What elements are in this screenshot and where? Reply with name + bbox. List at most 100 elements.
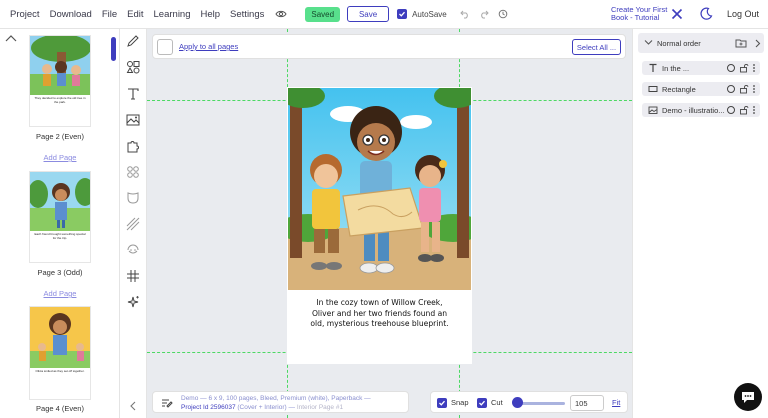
check-icon [479, 400, 485, 406]
unlock-icon[interactable] [739, 63, 749, 73]
apply-to-all-pages-link[interactable]: Apply to all pages [179, 42, 238, 51]
snap-checkbox[interactable] [437, 398, 447, 408]
more-vertical-icon[interactable] [752, 84, 756, 94]
chat-bubble-icon [742, 392, 754, 403]
redo-icon[interactable] [479, 9, 489, 19]
saved-badge: Saved [305, 6, 341, 22]
unlock-icon[interactable] [739, 84, 749, 94]
text-tool-icon[interactable] [126, 87, 140, 101]
thumbnail-label: Page 4 (Even) [36, 404, 84, 413]
menu-download[interactable]: Download [50, 9, 92, 20]
project-info-bar: Demo — 6 x 9, 100 pages, Bleed, Premium … [152, 391, 409, 413]
current-page-label: Interior Page #1 [296, 404, 344, 411]
history-icon[interactable] [498, 9, 508, 19]
moon-icon[interactable] [699, 7, 713, 21]
image-icon[interactable] [126, 113, 140, 127]
project-id-link[interactable]: Project Id 2596037 [181, 404, 236, 411]
editor-canvas[interactable]: In the cozy town of Willow Creek, Oliver… [147, 29, 632, 418]
cut-checkbox[interactable] [477, 398, 487, 408]
page-text-box[interactable]: In the cozy town of Willow Creek, Oliver… [309, 298, 450, 330]
check-icon [399, 11, 406, 17]
thumbnail-text: Olivia smiled as they set off together. [35, 368, 85, 373]
snap-label: Snap [451, 398, 469, 407]
menu-settings[interactable]: Settings [230, 9, 264, 20]
main-menu: Project Download File Edit Learning Help… [10, 9, 274, 20]
mask-icon[interactable] [126, 191, 140, 205]
layer-item[interactable]: In the ... [642, 61, 760, 75]
logout-button[interactable]: Log Out [727, 9, 759, 19]
chevron-left-icon[interactable] [129, 401, 137, 411]
apply-all-bar: Apply to all pages Select All ... [152, 34, 626, 59]
face-icon[interactable] [126, 243, 140, 257]
tutorial-line2: Book - Tutorial [611, 13, 660, 22]
menu-edit[interactable]: Edit [127, 9, 143, 20]
eye-icon[interactable] [275, 9, 287, 19]
layer-name: In the ... [662, 64, 690, 73]
canvas-controls-bar: Snap Cut 105 Fit [430, 391, 628, 413]
layer-order-label: Normal order [657, 39, 701, 48]
page-thumbnails-panel: They decided to explore the old tree in … [0, 29, 120, 418]
close-icon[interactable] [671, 8, 683, 20]
thumbnail-label: Page 3 (Odd) [37, 268, 83, 277]
select-all-button[interactable]: Select All ... [572, 39, 621, 55]
tools-column [120, 29, 147, 418]
top-bar: Project Download File Edit Learning Help… [0, 0, 768, 29]
thumbnail-page-4[interactable]: Olivia smiled as they set off together. [29, 306, 91, 400]
menu-help[interactable]: Help [201, 9, 221, 20]
menu-learning[interactable]: Learning [154, 9, 191, 20]
layer-item[interactable]: Demo - illustratio... [642, 103, 760, 117]
layer-name: Demo - illustratio... [662, 106, 725, 115]
add-page-link[interactable]: Add Page [20, 153, 100, 162]
unlock-icon[interactable] [739, 105, 749, 115]
puzzle-icon[interactable] [126, 139, 140, 153]
visibility-icon[interactable] [727, 85, 735, 93]
book-page[interactable]: In the cozy town of Willow Creek, Oliver… [287, 87, 472, 364]
save-button[interactable]: Save [347, 6, 390, 22]
edit-lines-icon[interactable] [161, 397, 173, 409]
rectangle-icon [648, 86, 658, 92]
tutorial-link[interactable]: Create Your First Book - Tutorial [611, 6, 667, 22]
chevron-right-icon[interactable] [754, 39, 761, 48]
menu-file[interactable]: File [102, 9, 117, 20]
hashtag-grid-icon[interactable] [126, 269, 140, 283]
thumbnail-page-3[interactable]: Each friend brought something special fo… [29, 171, 91, 263]
layer-item[interactable]: Rectangle [642, 82, 760, 96]
thumbnail-illustration [30, 172, 90, 232]
text-icon [649, 63, 657, 72]
zoom-slider-handle[interactable] [512, 397, 523, 408]
visibility-icon[interactable] [727, 106, 735, 114]
apply-all-checkbox[interactable] [157, 39, 173, 55]
add-page-link[interactable]: Add Page [20, 289, 100, 298]
shapes-icon[interactable] [126, 60, 140, 74]
visibility-icon[interactable] [727, 64, 735, 72]
layer-name: Rectangle [662, 85, 696, 94]
check-icon [439, 400, 445, 406]
more-vertical-icon[interactable] [752, 105, 756, 115]
autosave-label: AutoSave [412, 9, 447, 19]
zoom-slider-track[interactable] [517, 402, 565, 405]
ai-sparkle-icon[interactable] [126, 295, 140, 309]
layer-order-header[interactable]: Normal order [638, 33, 764, 53]
project-info-line2: Project Id 2596037 (Cover + Interior) — … [181, 404, 343, 411]
lines-pattern-icon[interactable] [126, 217, 140, 231]
pen-icon[interactable] [126, 34, 140, 48]
autosave-checkbox[interactable] [397, 9, 408, 19]
fit-button[interactable]: Fit [612, 398, 620, 407]
more-vertical-icon[interactable] [752, 63, 756, 73]
thumbnail-text: Each friend brought something special fo… [34, 232, 86, 240]
chevron-up-icon[interactable] [5, 34, 17, 42]
chat-support-button[interactable] [734, 383, 762, 411]
folder-add-icon[interactable] [735, 38, 747, 48]
menu-project[interactable]: Project [10, 9, 40, 20]
undo-icon[interactable] [460, 9, 470, 19]
page-illustration[interactable] [288, 88, 471, 290]
thumbnail-page-2[interactable]: They decided to explore the old tree in … [29, 35, 91, 127]
grid-layout-icon[interactable] [126, 165, 140, 179]
scrollbar-thumb[interactable] [111, 37, 116, 61]
image-icon [648, 106, 658, 114]
chevron-down-icon[interactable] [644, 39, 653, 46]
layers-panel: Normal order In the ... Rectangle Demo -… [632, 29, 768, 418]
cut-label: Cut [491, 398, 503, 407]
zoom-input[interactable]: 105 [570, 395, 604, 411]
thumbnail-text: They decided to explore the old tree in … [34, 96, 86, 104]
